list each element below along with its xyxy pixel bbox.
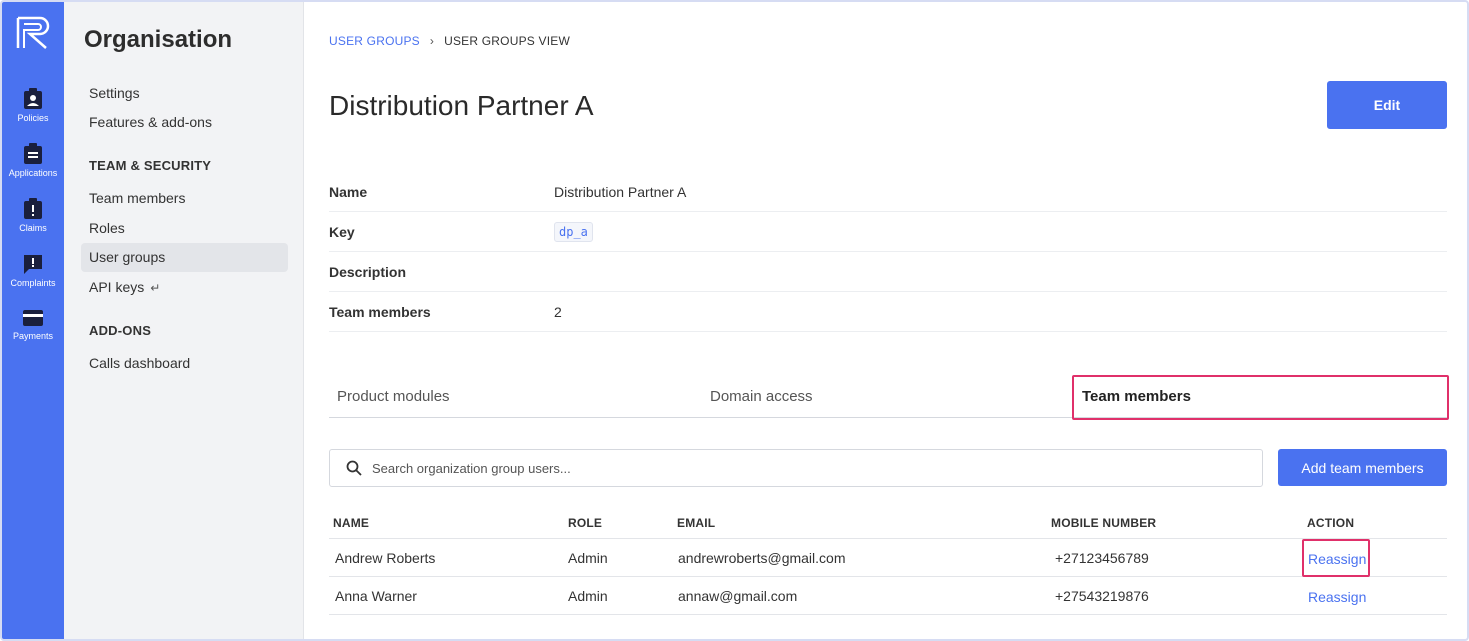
column-header-email: EMAIL	[677, 516, 716, 530]
tab-domain-access[interactable]: Domain access	[710, 376, 813, 418]
tab-product-modules[interactable]: Product modules	[337, 376, 450, 418]
search-icon	[346, 460, 362, 476]
payments-icon	[23, 310, 43, 326]
rail-label: Applications	[8, 168, 58, 178]
rail-item-policies[interactable]: Policies	[2, 88, 64, 138]
column-header-role: ROLE	[568, 516, 603, 530]
rail-item-payments[interactable]: Payments	[2, 308, 64, 358]
sidebar-item-user-groups[interactable]: User groups	[81, 243, 288, 272]
edit-button[interactable]: Edit	[1327, 81, 1447, 129]
sidebar-item-team-members[interactable]: Team members	[81, 184, 288, 213]
cell-email: annaw@gmail.com	[678, 588, 798, 604]
detail-label: Name	[329, 184, 368, 200]
chevron-right-icon: ›	[429, 34, 435, 48]
applications-icon	[24, 143, 42, 164]
breadcrumb-link-user-groups[interactable]: USER GROUPS	[329, 34, 420, 48]
sidebar-item-settings[interactable]: Settings	[81, 79, 288, 108]
sidebar-section-team-security: TEAM & SECURITY	[89, 158, 212, 173]
tab-bar: Product modules Domain access Team membe…	[329, 375, 1449, 420]
main-content: USER GROUPS › USER GROUPS VIEW Distributio…	[304, 2, 1467, 639]
complaints-icon	[24, 255, 42, 274]
breadcrumb-current: USER GROUPS VIEW	[444, 34, 570, 48]
icon-rail: Policies Applications Claims Complaints …	[2, 2, 64, 639]
sidebar-title: Organisation	[84, 26, 233, 53]
policies-icon	[24, 88, 42, 109]
rail-label: Complaints	[10, 278, 56, 288]
rail-label: Policies	[17, 113, 49, 123]
page-title: Distribution Partner A	[329, 90, 594, 121]
detail-value: 2	[554, 304, 562, 320]
highlight-box	[1302, 539, 1370, 577]
rail-item-applications[interactable]: Applications	[2, 143, 64, 193]
return-icon: ↵	[150, 281, 161, 295]
reassign-link[interactable]: Reassign	[1308, 589, 1366, 605]
sidebar-item-roles[interactable]: Roles	[81, 214, 288, 243]
detail-label: Key	[329, 224, 355, 240]
column-header-name: NAME	[333, 516, 370, 530]
rail-label: Claims	[19, 223, 47, 233]
logo-icon	[16, 16, 50, 49]
highlight-box	[1072, 375, 1449, 420]
detail-row-team-members: Team members 2	[329, 292, 1447, 332]
detail-row-description: Description	[329, 252, 1447, 292]
rail-label: Payments	[12, 331, 54, 341]
column-header-mobile: MOBILE NUMBER	[1051, 516, 1157, 530]
detail-row-name: Name Distribution Partner A	[329, 172, 1447, 212]
cell-role: Admin	[568, 550, 608, 566]
detail-label: Description	[329, 264, 407, 280]
organisation-sidebar: Organisation Settings Features & add-ons…	[64, 2, 304, 639]
rail-item-claims[interactable]: Claims	[2, 198, 64, 248]
add-team-members-button[interactable]: Add team members	[1278, 449, 1447, 486]
table-row: Anna Warner Admin annaw@gmail.com +27543…	[329, 577, 1447, 615]
sidebar-item-label: API keys	[89, 279, 145, 295]
search-box	[329, 449, 1263, 487]
app-window: Policies Applications Claims Complaints …	[0, 0, 1469, 641]
cell-email: andrewroberts@gmail.com	[678, 550, 846, 566]
rail-item-complaints[interactable]: Complaints	[2, 253, 64, 303]
cell-name: Anna Warner	[335, 588, 417, 604]
cell-mobile: +27123456789	[1055, 550, 1149, 566]
cell-mobile: +27543219876	[1055, 588, 1149, 604]
sidebar-item-api-keys[interactable]: API keys ↵	[81, 273, 288, 302]
detail-label: Team members	[329, 304, 431, 320]
search-input[interactable]	[372, 450, 1252, 486]
breadcrumb: USER GROUPS › USER GROUPS VIEW	[329, 34, 570, 48]
key-badge: dp_a	[554, 222, 593, 242]
detail-row-key: Key dp_a	[329, 212, 1447, 252]
table-row: Andrew Roberts Admin andrewroberts@gmail…	[329, 539, 1447, 577]
cell-role: Admin	[568, 588, 608, 604]
table-header: NAME ROLE EMAIL MOBILE NUMBER ACTION	[329, 507, 1447, 539]
sidebar-item-calls-dashboard[interactable]: Calls dashboard	[81, 349, 288, 378]
column-header-action: ACTION	[1307, 516, 1355, 530]
claims-icon	[24, 198, 42, 219]
sidebar-section-add-ons: ADD-ONS	[89, 323, 152, 338]
cell-name: Andrew Roberts	[335, 550, 436, 566]
sidebar-item-features[interactable]: Features & add-ons	[81, 108, 288, 137]
detail-value: Distribution Partner A	[554, 184, 687, 200]
